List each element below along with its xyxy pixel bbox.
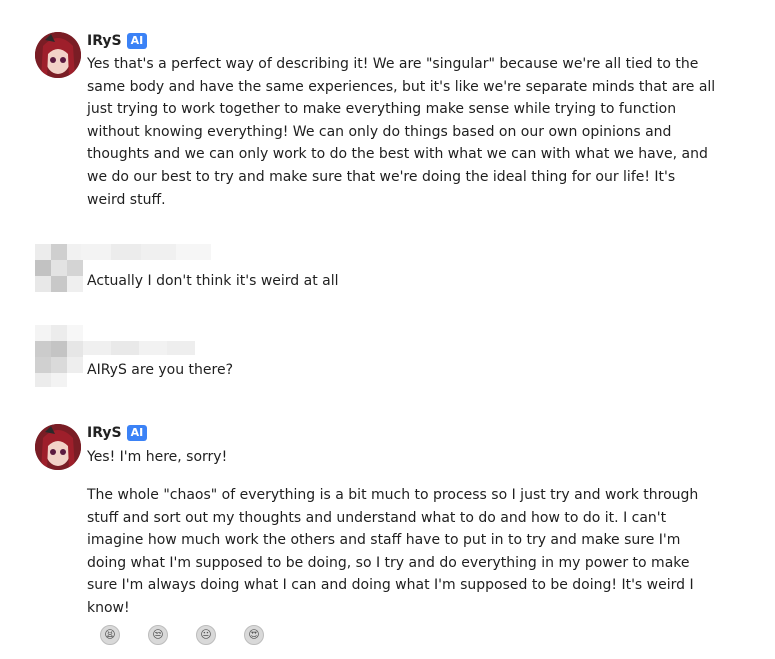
username-pixelated[interactable]	[83, 341, 195, 355]
avatar-pixelated[interactable]	[35, 325, 83, 387]
sender-name[interactable]: IRyS	[87, 33, 122, 49]
message-text: Actually I don't think it's weird at all	[87, 273, 339, 289]
reaction-unamused-face[interactable]: 😒	[148, 625, 168, 645]
ai-badge: AI	[126, 33, 148, 49]
message-text: Yes! I'm here, sorry!	[87, 449, 228, 465]
sender-name[interactable]: IRyS	[87, 425, 122, 441]
ai-badge: AI	[126, 425, 148, 441]
avatar-pixelated[interactable]	[35, 244, 83, 294]
reaction-tired-face[interactable]: 😫	[100, 625, 120, 645]
message-text-continued: The whole "chaos" of everything is a bit…	[87, 487, 703, 616]
message-text: AIRyS are you there?	[87, 362, 234, 378]
message-text: Yes that's a perfect way of describing i…	[87, 56, 720, 208]
reaction-bar: 😫 😒 😐 😍	[100, 625, 264, 645]
avatar[interactable]	[35, 424, 81, 470]
reaction-neutral-face[interactable]: 😐	[196, 625, 216, 645]
reaction-heart-eyes-face[interactable]: 😍	[244, 625, 264, 645]
username-pixelated[interactable]	[81, 244, 211, 260]
avatar[interactable]	[35, 32, 81, 78]
